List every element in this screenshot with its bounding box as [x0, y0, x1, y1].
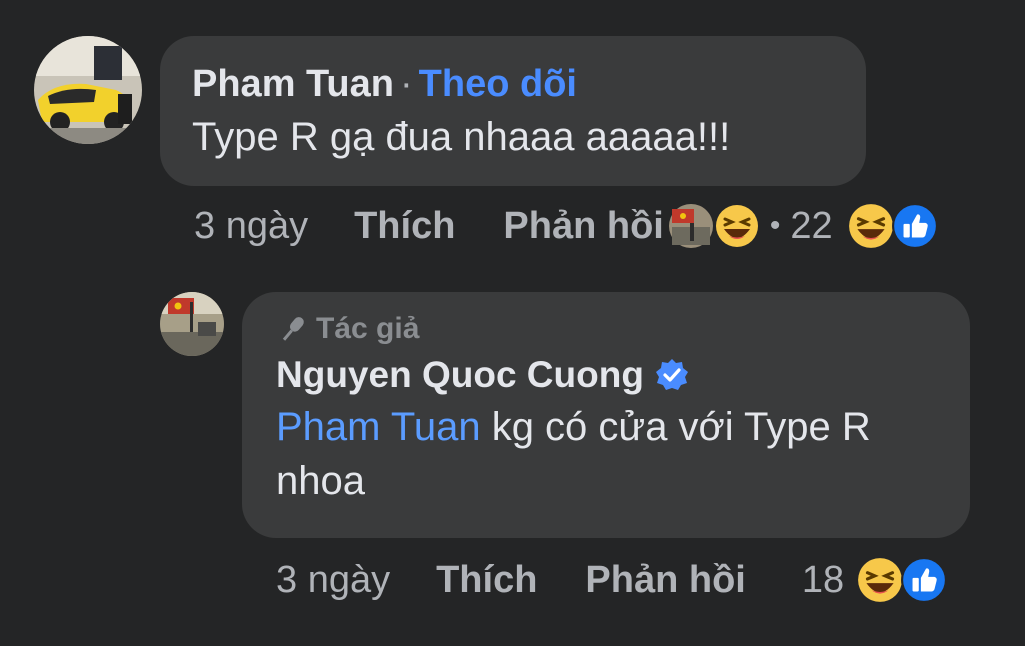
- reply-button[interactable]: Phản hồi: [503, 205, 663, 248]
- like-icon[interactable]: [891, 202, 939, 250]
- reply-timestamp[interactable]: 3 ngày: [276, 559, 390, 602]
- reply-button[interactable]: Phản hồi: [585, 559, 745, 602]
- haha-reaction-icon: [714, 203, 760, 249]
- reply-bubble: Tác giả Nguyen Quoc Cuong Pham Tuan kg c…: [242, 292, 970, 538]
- comment-bubble: Pham Tuan · Theo dõi Type R gạ đua nhaaa…: [160, 36, 866, 186]
- reply-actions: 3 ngày Thích Phản hồi 18: [276, 554, 996, 606]
- avatar-photo-icon: [160, 292, 224, 356]
- follow-button[interactable]: Theo dõi: [419, 63, 577, 106]
- reply-author-name[interactable]: Nguyen Quoc Cuong: [276, 354, 644, 396]
- reply-header: Nguyen Quoc Cuong: [276, 354, 936, 396]
- author-tag-label: Tác giả: [316, 312, 420, 345]
- comment-text: Type R gạ đua nhaaa aaaaa!!!: [192, 115, 731, 159]
- reaction-count[interactable]: 22: [790, 205, 832, 248]
- reaction-count[interactable]: 18: [802, 559, 844, 602]
- separator-dot: ·: [400, 62, 413, 105]
- haha-icon[interactable]: [847, 202, 895, 250]
- replier-avatar-icon[interactable]: [668, 203, 714, 249]
- verified-badge-icon: [654, 357, 690, 393]
- comment-timestamp[interactable]: 3 ngày: [194, 205, 308, 248]
- comment-author-name[interactable]: Pham Tuan: [192, 63, 394, 106]
- reply-avatar[interactable]: [160, 292, 224, 356]
- reaction-separator-dot: •: [769, 209, 781, 242]
- like-icon[interactable]: [900, 556, 948, 604]
- comment-header: Pham Tuan · Theo dõi: [192, 60, 834, 108]
- mention-link[interactable]: Pham Tuan: [276, 405, 481, 449]
- reply-text: Pham Tuan kg có cửa với Type R nhoa: [276, 400, 946, 508]
- haha-icon[interactable]: [856, 556, 904, 604]
- author-tag: Tác giả: [276, 312, 936, 346]
- microphone-icon: [276, 312, 310, 346]
- like-button[interactable]: Thích: [354, 205, 455, 248]
- like-button[interactable]: Thích: [436, 559, 537, 602]
- avatar-photo-icon: [34, 36, 142, 144]
- comment-actions: 3 ngày Thích Phản hồi • 22: [194, 200, 939, 252]
- avatar[interactable]: [34, 36, 142, 144]
- comment-thread: Pham Tuan · Theo dõi Type R gạ đua nhaaa…: [0, 0, 1025, 646]
